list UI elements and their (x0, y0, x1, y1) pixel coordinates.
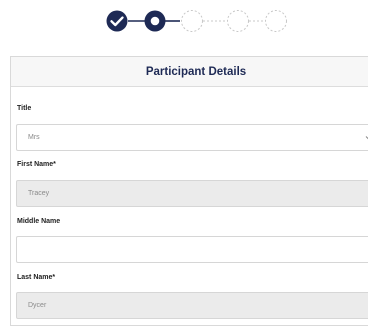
last-name-value: Dycer (28, 302, 47, 309)
first-name-value: Tracey (28, 190, 50, 197)
title-select-value: Mrs (28, 134, 40, 141)
first-name-label: First Name* (17, 161, 56, 168)
step-5-pending[interactable] (265, 10, 287, 32)
middle-name-label: Middle Name (17, 218, 61, 225)
dot-icon (150, 16, 160, 26)
step-3-pending[interactable] (181, 10, 203, 32)
participant-details-panel: Participant Details Title Mrs First Name… (10, 56, 368, 326)
title-label: Title (17, 105, 32, 112)
last-name-label: Last Name* (17, 274, 56, 281)
middle-name-field[interactable] (16, 236, 368, 263)
step-4-pending[interactable] (227, 10, 249, 32)
first-name-field[interactable]: Tracey (16, 180, 368, 207)
stepper-graphic (106, 10, 287, 32)
panel-title: Participant Details (11, 57, 368, 87)
title-select[interactable]: Mrs (16, 124, 368, 151)
step-1-completed[interactable] (106, 10, 128, 32)
progress-stepper (0, 0, 368, 50)
last-name-field[interactable]: Dycer (16, 292, 368, 319)
step-2-current[interactable] (144, 10, 166, 32)
